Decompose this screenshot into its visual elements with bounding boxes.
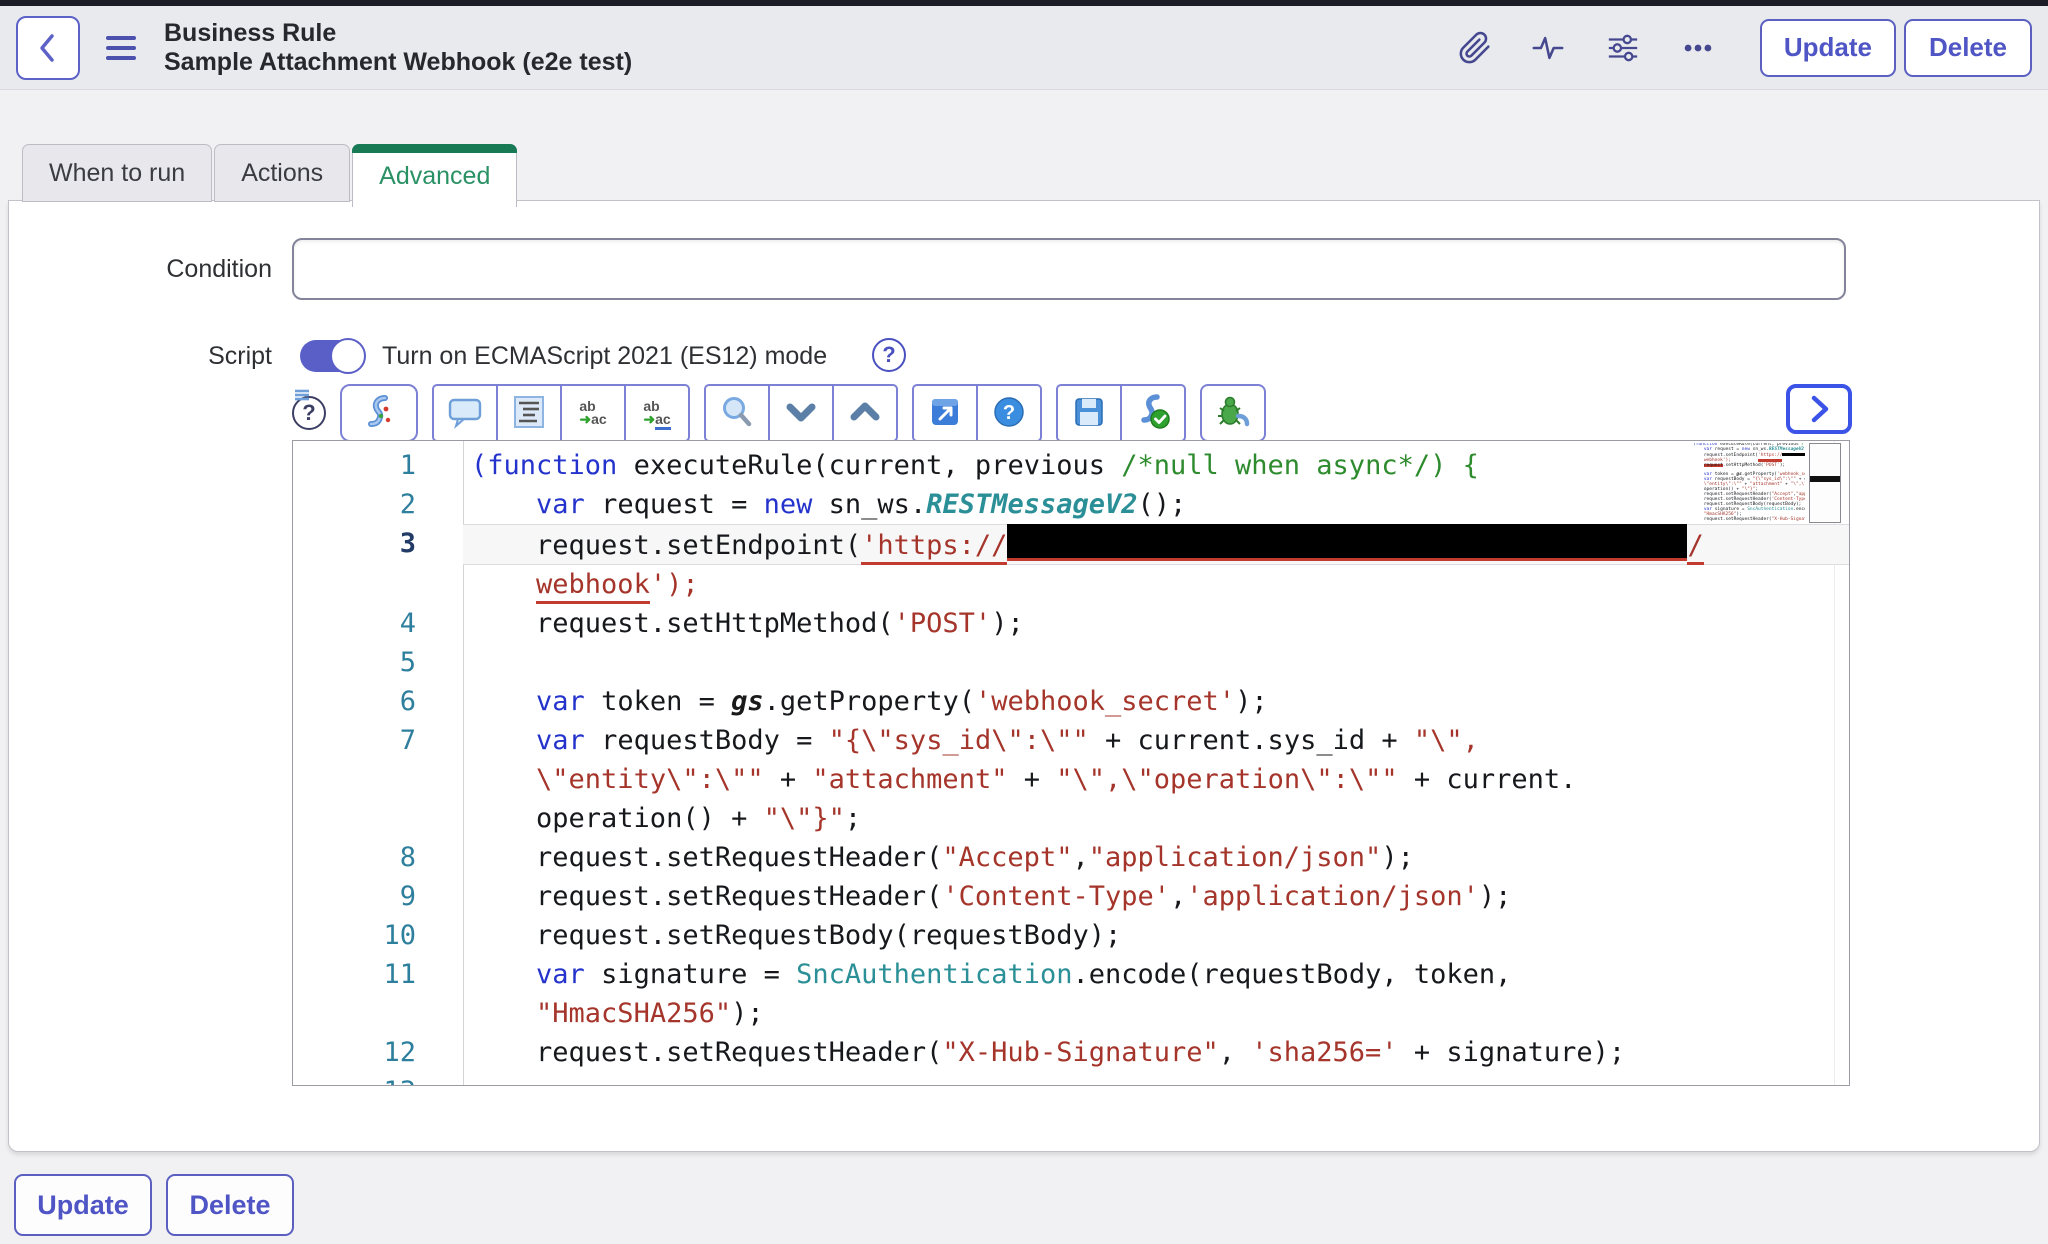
tab-label: Advanced bbox=[379, 162, 490, 191]
line-number: 6 bbox=[293, 682, 463, 721]
form-tabs: When to run Actions Advanced bbox=[22, 144, 519, 202]
code-line: 12 request.setRequestHeader("X-Hub-Signa… bbox=[293, 1033, 1849, 1072]
code-line: 3 request.setEndpoint('https:/// bbox=[293, 524, 1849, 565]
sliders-icon[interactable] bbox=[1604, 31, 1642, 65]
record-name: Sample Attachment Webhook (e2e test) bbox=[164, 48, 632, 77]
tab-label: When to run bbox=[49, 159, 185, 188]
tab-actions[interactable]: Actions bbox=[214, 144, 350, 202]
line-number: 2 bbox=[293, 485, 463, 524]
minimap-viewport-bar bbox=[1810, 476, 1840, 482]
code-lines: 1(function executeRule(current, previous… bbox=[293, 446, 1849, 1086]
code-line: operation() + "\"}"; bbox=[293, 799, 1849, 838]
code-line: 7 var requestBody = "{\"sys_id\":\"" + c… bbox=[293, 721, 1849, 760]
chevron-right-icon bbox=[1799, 389, 1839, 429]
line-number: 4 bbox=[293, 604, 463, 643]
code-line: 4 request.setHttpMethod('POST'); bbox=[293, 604, 1849, 643]
condition-label: Condition bbox=[0, 238, 272, 300]
line-number bbox=[293, 994, 463, 1033]
header-icons bbox=[1458, 31, 1716, 65]
code-line: webhook'); bbox=[293, 565, 1849, 604]
editor-minimap: 1(function executeRule(current, previous… bbox=[1693, 443, 1841, 523]
code-line: 5 bbox=[293, 643, 1849, 682]
script-label: Script bbox=[0, 336, 272, 376]
tab-advanced[interactable]: Advanced bbox=[352, 144, 517, 207]
code-line: 13 bbox=[293, 1072, 1849, 1086]
minimap-scrollbar[interactable] bbox=[1809, 443, 1841, 523]
line-number: 13 bbox=[293, 1072, 463, 1086]
activity-pulse-icon[interactable] bbox=[1530, 31, 1566, 65]
es-mode-help-icon[interactable]: ? bbox=[872, 338, 906, 372]
next-section-button[interactable] bbox=[1786, 384, 1852, 434]
back-button[interactable] bbox=[16, 16, 80, 80]
record-header: Business Rule Sample Attachment Webhook … bbox=[0, 6, 2048, 90]
context-menu-icon[interactable] bbox=[106, 36, 136, 60]
code-line: 8 request.setRequestHeader("Accept","app… bbox=[293, 838, 1849, 877]
delete-button[interactable]: Delete bbox=[1904, 19, 2032, 77]
code-line: 10 request.setRequestBody(requestBody); bbox=[293, 916, 1849, 955]
code-line: 11 var signature = SncAuthentication.enc… bbox=[293, 955, 1849, 994]
line-number: 1 bbox=[293, 446, 463, 485]
paperclip-icon[interactable] bbox=[1458, 31, 1492, 65]
code-line: 9 request.setRequestHeader('Content-Type… bbox=[293, 877, 1849, 916]
business-rule-page: Business Rule Sample Attachment Webhook … bbox=[0, 0, 2048, 1244]
back-chevron-icon bbox=[20, 20, 76, 76]
more-ellipsis-icon[interactable] bbox=[1680, 31, 1716, 65]
es-mode-toggle[interactable] bbox=[300, 340, 364, 372]
line-number bbox=[293, 799, 463, 838]
delete-button-bottom[interactable]: Delete bbox=[166, 1174, 294, 1236]
record-title: Business Rule Sample Attachment Webhook … bbox=[164, 19, 632, 77]
line-number: 12 bbox=[293, 1033, 463, 1072]
line-number: 9 bbox=[293, 877, 463, 916]
toggle-knob bbox=[330, 338, 366, 374]
es-mode-toggle-label: Turn on ECMAScript 2021 (ES12) mode bbox=[382, 336, 827, 376]
code-line: 6 var token = gs.getProperty('webhook_se… bbox=[293, 682, 1849, 721]
code-line: 1(function executeRule(current, previous… bbox=[293, 446, 1849, 485]
update-button[interactable]: Update bbox=[1760, 19, 1896, 77]
replace-icon: ab➜ac bbox=[579, 400, 606, 426]
minimap-code: 1(function executeRule(current, previous… bbox=[1693, 443, 1805, 523]
redaction-bar bbox=[1007, 524, 1687, 561]
script-editor-toolbar: ? ab➜acab➜ac? bbox=[292, 384, 1280, 442]
line-number: 3 bbox=[293, 524, 463, 565]
svg-text:?: ? bbox=[1003, 402, 1015, 424]
code-line: 13 bbox=[1693, 523, 1805, 524]
code-line: 12 request.setRequestHeader("X-Hub-Signa… bbox=[1693, 518, 1805, 523]
line-number: 7 bbox=[293, 721, 463, 760]
line-number bbox=[293, 565, 463, 604]
toolbar-group: ab➜ac ab➜ac bbox=[432, 384, 690, 442]
line-number: 10 bbox=[293, 916, 463, 955]
record-type: Business Rule bbox=[164, 19, 632, 48]
line-number: 5 bbox=[293, 643, 463, 682]
tab-when-to-run[interactable]: When to run bbox=[22, 144, 212, 202]
update-button-bottom[interactable]: Update bbox=[14, 1174, 152, 1236]
script-code-editor[interactable]: 1(function executeRule(current, previous… bbox=[292, 440, 1850, 1086]
tab-label: Actions bbox=[241, 159, 323, 188]
code-line: "HmacSHA256"); bbox=[293, 994, 1849, 1033]
code-line: \"entity\":\"" + "attachment" + "\",\"op… bbox=[293, 760, 1849, 799]
line-number bbox=[293, 760, 463, 799]
code-line: 2 var request = new sn_ws.RESTMessageV2(… bbox=[293, 485, 1849, 524]
replace-all-icon: ab➜ac bbox=[643, 400, 670, 426]
replace-all-button[interactable]: ab➜ac bbox=[624, 384, 690, 442]
condition-input[interactable] bbox=[292, 238, 1846, 300]
line-number: 11 bbox=[293, 955, 463, 994]
redaction-bar bbox=[1782, 453, 1805, 456]
line-number: 8 bbox=[293, 838, 463, 877]
